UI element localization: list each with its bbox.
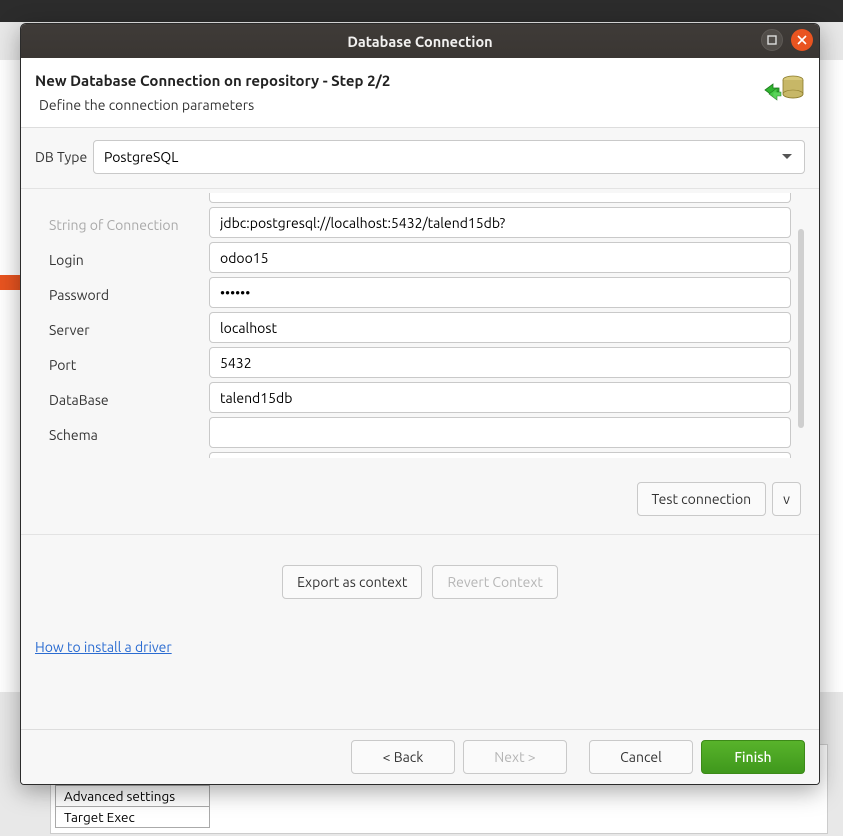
background-tab-target: Target Exec	[55, 806, 210, 828]
chevron-down-icon	[782, 154, 792, 159]
back-button[interactable]: < Back	[351, 740, 455, 774]
export-as-context-button[interactable]: Export as context	[282, 565, 422, 599]
port-input[interactable]	[209, 347, 791, 378]
string-of-connection-input[interactable]	[209, 207, 791, 238]
next-button[interactable]: Next >	[463, 740, 567, 774]
close-icon	[797, 35, 807, 45]
dbtype-select[interactable]: PostgreSQL	[93, 140, 805, 174]
login-input[interactable]	[209, 242, 791, 273]
background-tab-advanced: Advanced settings	[55, 785, 210, 807]
dbtype-label: DB Type	[35, 149, 93, 165]
scrollbar-thumb[interactable]	[798, 229, 804, 428]
login-label: Login	[49, 242, 209, 277]
close-button[interactable]	[791, 29, 813, 51]
server-input[interactable]	[209, 312, 791, 343]
database-input[interactable]	[209, 382, 791, 413]
maximize-button[interactable]	[761, 29, 783, 51]
background-accent	[0, 275, 22, 290]
form-scrollbar[interactable]	[797, 189, 805, 458]
password-input[interactable]	[209, 277, 791, 308]
maximize-icon	[767, 35, 777, 45]
revert-context-button[interactable]: Revert Context	[432, 565, 558, 599]
dbtype-value: PostgreSQL	[104, 149, 178, 165]
background-tabs: Advanced settings Target Exec	[55, 786, 210, 828]
titlebar: Database Connection	[21, 24, 819, 58]
schema-label: Schema	[49, 417, 209, 452]
wizard-header: New Database Connection on repository - …	[21, 58, 819, 128]
background-top-bar	[0, 0, 843, 22]
finish-button[interactable]: Finish	[701, 740, 805, 774]
database-label: DataBase	[49, 382, 209, 417]
string-of-connection-label: String of Connection	[49, 207, 209, 242]
port-label: Port	[49, 347, 209, 382]
install-driver-link[interactable]: How to install a driver	[35, 639, 172, 655]
password-label: Password	[49, 277, 209, 312]
schema-input[interactable]	[209, 417, 791, 448]
database-wizard-icon	[763, 72, 805, 106]
test-connection-dropdown-button[interactable]: v	[772, 482, 801, 516]
window-title: Database Connection	[347, 33, 492, 50]
cancel-button[interactable]: Cancel	[589, 740, 693, 774]
test-connection-button[interactable]: Test connection	[637, 482, 767, 516]
server-label: Server	[49, 312, 209, 347]
wizard-subtitle: Define the connection parameters	[35, 97, 390, 113]
dialog-database-connection: Database Connection New Database Connect…	[20, 23, 820, 785]
wizard-title: New Database Connection on repository - …	[35, 72, 390, 89]
dbtype-row: DB Type PostgreSQL	[35, 140, 805, 174]
partial-field-top	[209, 193, 791, 203]
wizard-footer: < Back Next > Cancel Finish	[21, 729, 819, 784]
